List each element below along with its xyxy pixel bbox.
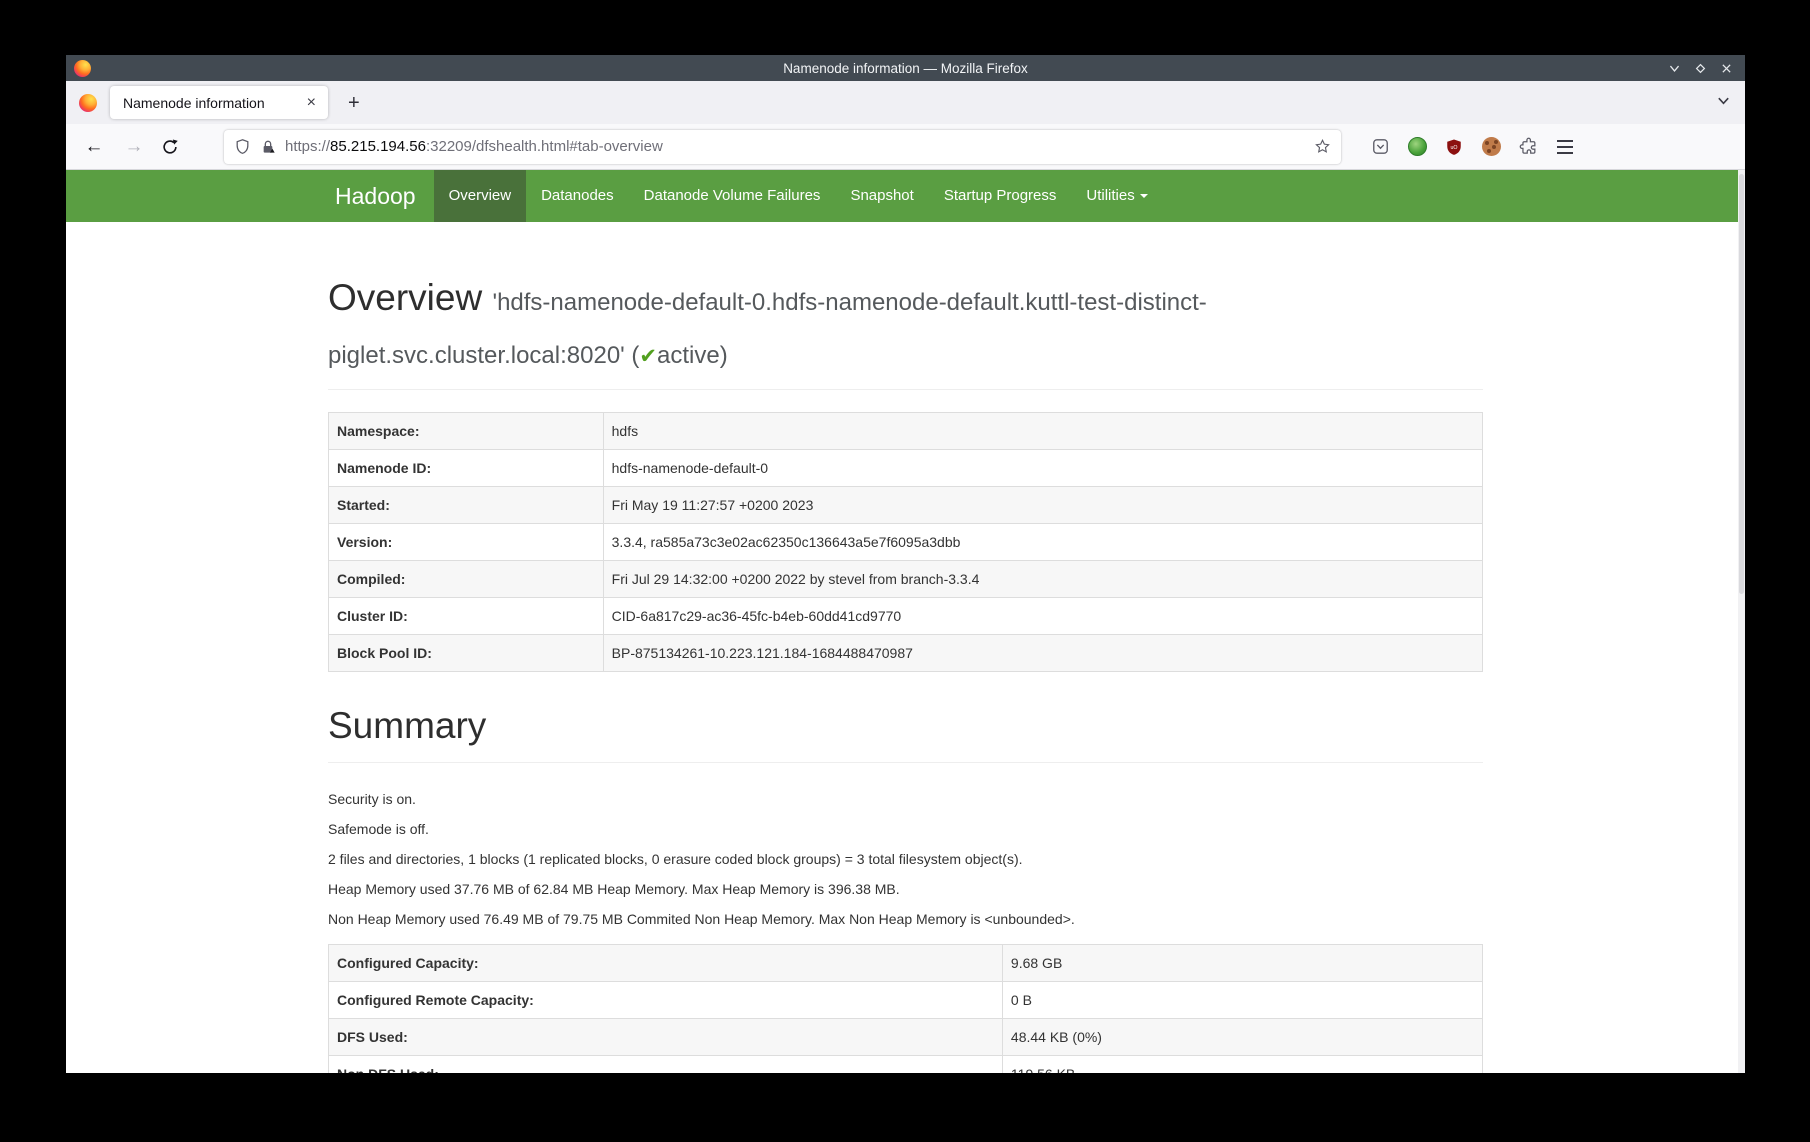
desktop-background: Namenode information — Mozilla Firefox N…	[0, 0, 1810, 1142]
lock-icon[interactable]	[260, 139, 276, 155]
list-all-tabs-button[interactable]	[1716, 93, 1731, 113]
nav-item-overview[interactable]: Overview	[434, 170, 527, 222]
privacy-extension-icon[interactable]	[1406, 136, 1428, 158]
check-icon: ✔	[639, 345, 657, 368]
nav-item-startup-progress[interactable]: Startup Progress	[929, 170, 1072, 222]
nav-item-utilities[interactable]: Utilities	[1071, 170, 1162, 222]
divider	[328, 762, 1483, 763]
tab-strip: Namenode information × +	[66, 81, 1745, 124]
close-icon	[1720, 62, 1733, 75]
table-row: Namenode ID:hdfs-namenode-default-0	[329, 450, 1483, 487]
namenode-info-table: Namespace:hdfs Namenode ID:hdfs-namenode…	[328, 412, 1483, 672]
back-button[interactable]: ←	[82, 136, 106, 158]
navbar-brand-hadoop[interactable]: Hadoop	[335, 170, 416, 222]
page-scrollbar[interactable]	[1738, 170, 1745, 1073]
extensions-puzzle-icon[interactable]	[1517, 136, 1539, 158]
tab-namenode-information[interactable]: Namenode information ×	[110, 86, 328, 119]
table-row: Non DFS Used:119.56 KB	[329, 1056, 1483, 1074]
table-row: DFS Used:48.44 KB (0%)	[329, 1019, 1483, 1056]
url-path: :32209/dfshealth.html#tab-overview	[426, 138, 663, 155]
window-controls	[1666, 55, 1735, 81]
minimize-button[interactable]	[1666, 60, 1683, 77]
firefox-window: Namenode information — Mozilla Firefox N…	[66, 55, 1745, 1073]
maximize-button[interactable]	[1692, 60, 1709, 77]
maximize-diamond-icon	[1694, 62, 1707, 75]
tracking-shield-icon[interactable]	[234, 138, 251, 155]
url-host: 85.215.194.56	[330, 138, 426, 155]
summary-line: Safemode is off.	[328, 821, 1483, 838]
window-titlebar[interactable]: Namenode information — Mozilla Firefox	[66, 55, 1745, 81]
tab-title: Namenode information	[123, 95, 303, 111]
table-row: Version:3.3.4, ra585a73c3e02ac62350c1366…	[329, 524, 1483, 561]
bookmark-star-icon[interactable]	[1314, 138, 1331, 155]
forward-button: →	[122, 136, 146, 158]
nav-item-snapshot[interactable]: Snapshot	[835, 170, 928, 222]
table-row: Cluster ID:CID-6a817c29-ac36-45fc-b4eb-6…	[329, 598, 1483, 635]
close-button[interactable]	[1718, 60, 1735, 77]
table-row: Compiled:Fri Jul 29 14:32:00 +0200 2022 …	[329, 561, 1483, 598]
url-scheme: https://	[285, 138, 330, 155]
scrollbar-thumb[interactable]	[1739, 174, 1744, 594]
status-active: active	[657, 342, 720, 369]
summary-line: Non Heap Memory used 76.49 MB of 79.75 M…	[328, 911, 1483, 928]
reload-icon	[161, 138, 179, 156]
summary-heading: Summary	[328, 702, 1483, 750]
capacity-table: Configured Capacity:9.68 GB Configured R…	[328, 944, 1483, 1073]
nav-item-datanode-volume-failures[interactable]: Datanode Volume Failures	[629, 170, 836, 222]
page-content: Overview 'hdfs-namenode-default-0.hdfs-n…	[328, 274, 1483, 1073]
summary-line: Security is on.	[328, 791, 1483, 808]
chevron-down-icon	[1716, 93, 1731, 108]
cookie-extension-icon[interactable]	[1480, 136, 1502, 158]
firefox-view-icon[interactable]	[79, 94, 97, 112]
svg-text:uO: uO	[1450, 144, 1457, 150]
browser-toolbar: ← → https://85.21	[66, 124, 1745, 170]
toolbar-extension-area: uO	[1369, 136, 1576, 158]
url-bar[interactable]: https://85.215.194.56:32209/dfshealth.ht…	[224, 130, 1341, 164]
summary-line: Heap Memory used 37.76 MB of 62.84 MB He…	[328, 881, 1483, 898]
table-row: Started:Fri May 19 11:27:57 +0200 2023	[329, 487, 1483, 524]
table-row: Configured Remote Capacity:0 B	[329, 982, 1483, 1019]
tab-close-icon[interactable]: ×	[303, 95, 320, 111]
page-viewport: Hadoop Overview Datanodes Datanode Volum…	[66, 170, 1745, 1073]
url-text[interactable]: https://85.215.194.56:32209/dfshealth.ht…	[285, 138, 1306, 155]
caret-down-icon	[1140, 194, 1148, 198]
overview-heading: Overview 'hdfs-namenode-default-0.hdfs-n…	[328, 274, 1483, 381]
ublock-shield-icon[interactable]: uO	[1443, 136, 1465, 158]
table-row: Block Pool ID:BP-875134261-10.223.121.18…	[329, 635, 1483, 672]
table-row: Configured Capacity:9.68 GB	[329, 945, 1483, 982]
hadoop-navbar: Hadoop Overview Datanodes Datanode Volum…	[66, 170, 1745, 222]
pocket-save-icon[interactable]	[1369, 136, 1391, 158]
summary-line: 2 files and directories, 1 blocks (1 rep…	[328, 851, 1483, 868]
window-title: Namenode information — Mozilla Firefox	[66, 61, 1745, 76]
nav-item-datanodes[interactable]: Datanodes	[526, 170, 629, 222]
menu-hamburger-icon[interactable]	[1554, 136, 1576, 158]
chevron-down-icon	[1668, 62, 1681, 75]
reload-button[interactable]	[158, 138, 182, 156]
divider	[328, 389, 1483, 390]
table-row: Namespace:hdfs	[329, 413, 1483, 450]
new-tab-button[interactable]: +	[342, 93, 366, 113]
